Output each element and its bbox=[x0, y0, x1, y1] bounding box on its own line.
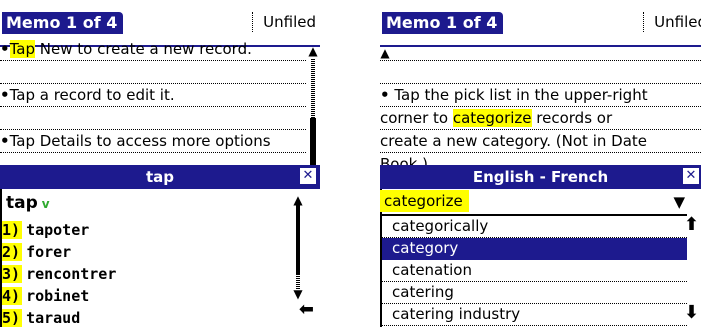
scroll-down-icon[interactable]: ▼ bbox=[293, 288, 303, 300]
list-up-arrow-icon[interactable]: ⬆ bbox=[684, 216, 699, 234]
sense-item[interactable]: 3) rencontrer bbox=[2, 263, 116, 285]
part-of-speech: v bbox=[41, 197, 50, 211]
memo-text: Tap the pick list in the upper-right bbox=[394, 86, 648, 104]
sense-item[interactable]: 1) tapoter bbox=[2, 219, 89, 241]
scroll-up-icon[interactable]: ▲ bbox=[293, 194, 303, 206]
popup-title: tap bbox=[145, 168, 175, 186]
sense-word: taraud bbox=[26, 309, 81, 327]
memo-line: create a new category. (Not in Date bbox=[380, 130, 701, 153]
category-picker[interactable]: Unfiled bbox=[252, 12, 320, 32]
memo-text: New to create a new record. bbox=[35, 40, 252, 58]
memo-line: •Tap New to create a new record. bbox=[0, 38, 306, 61]
popup-title: English - French bbox=[472, 168, 609, 186]
title-bar: Memo 1 of 4 Unfiled bbox=[0, 12, 320, 47]
close-icon[interactable]: ✕ bbox=[683, 168, 699, 184]
search-input[interactable]: categorize bbox=[380, 190, 469, 212]
sense-word: forer bbox=[26, 243, 72, 261]
dropdown-arrow-icon[interactable]: ▼ bbox=[673, 194, 685, 210]
memo-title[interactable]: Memo 1 of 4 bbox=[382, 12, 504, 34]
list-item[interactable]: catering industry bbox=[382, 304, 687, 326]
memo-text: Tap a record to edit it. bbox=[9, 86, 175, 104]
scroll-up-icon[interactable]: ▲ bbox=[380, 47, 390, 59]
memo-line: •Tap a record to edit it. bbox=[0, 84, 306, 107]
headword: tap v bbox=[6, 193, 50, 213]
entry-scrollbar[interactable]: ▲ ▼ bbox=[292, 194, 304, 300]
dictionary-entry-panel: tap v 1) tapoter 2) forer 3) rencontrer 4) ro… bbox=[0, 189, 320, 327]
memo-text: create a new category. (Not in Date bbox=[380, 132, 647, 150]
sense-item[interactable]: 5) taraud bbox=[2, 307, 80, 327]
dictionary-popup-header: tap ✕ bbox=[0, 165, 320, 189]
sense-number: 3) bbox=[2, 265, 23, 283]
memo-line bbox=[0, 107, 306, 130]
close-icon[interactable]: ✕ bbox=[300, 168, 316, 184]
memo-text: records or bbox=[531, 109, 613, 127]
back-arrow-icon[interactable]: ⬅ bbox=[299, 301, 314, 319]
category-picker[interactable]: Unfiled bbox=[643, 12, 701, 32]
sense-number: 2) bbox=[2, 243, 23, 261]
memo-screen-right: Memo 1 of 4 Unfiled • Tap the pick list … bbox=[380, 2, 701, 327]
word-list: categorically category catenation cateri… bbox=[380, 214, 687, 326]
sense-number: 1) bbox=[2, 221, 23, 239]
headword-text: tap bbox=[6, 193, 38, 213]
memo-line: • Tap the pick list in the upper-right bbox=[380, 84, 701, 107]
memo-line bbox=[380, 61, 701, 84]
list-item-selected[interactable]: category bbox=[382, 238, 687, 260]
sense-word: rencontrer bbox=[26, 265, 117, 283]
dictionary-popup-header: English - French ✕ bbox=[380, 165, 701, 189]
list-item[interactable]: categorically bbox=[382, 216, 687, 238]
memo-body[interactable]: •Tap New to create a new record. •Tap a … bbox=[0, 38, 306, 153]
highlighted-word[interactable]: Tap bbox=[9, 40, 35, 58]
memo-text: Tap Details to access more options bbox=[9, 132, 271, 150]
list-item[interactable]: catenation bbox=[382, 260, 687, 282]
sense-item[interactable]: 4) robinet bbox=[2, 285, 89, 307]
sense-number: 5) bbox=[2, 309, 23, 327]
sense-word: robinet bbox=[26, 287, 90, 305]
list-down-arrow-icon[interactable]: ⬇ bbox=[684, 304, 699, 322]
scroll-track[interactable] bbox=[311, 58, 315, 118]
scroll-up-icon[interactable]: ▲ bbox=[308, 45, 318, 57]
list-item[interactable]: catering bbox=[382, 282, 687, 304]
memo-line: •Tap Details to access more options bbox=[0, 130, 306, 153]
memo-title[interactable]: Memo 1 of 4 bbox=[2, 12, 124, 34]
title-bar: Memo 1 of 4 Unfiled bbox=[380, 12, 701, 47]
sense-number: 4) bbox=[2, 287, 23, 305]
highlighted-word[interactable]: categorize bbox=[452, 109, 532, 127]
memo-scrollbar[interactable]: ▲ bbox=[308, 45, 318, 166]
memo-line bbox=[0, 61, 306, 84]
sense-word: tapoter bbox=[26, 221, 90, 239]
memo-line: corner to categorize records or bbox=[380, 107, 701, 130]
scroll-thumb[interactable] bbox=[296, 205, 300, 275]
memo-line bbox=[380, 38, 701, 61]
sense-item[interactable]: 2) forer bbox=[2, 241, 71, 263]
memo-text: corner to bbox=[380, 109, 453, 127]
memo-screen-left: Memo 1 of 4 Unfiled •Tap New to create a… bbox=[0, 2, 320, 327]
memo-body[interactable]: • Tap the pick list in the upper-right c… bbox=[380, 38, 701, 176]
scroll-thumb[interactable] bbox=[310, 118, 316, 166]
